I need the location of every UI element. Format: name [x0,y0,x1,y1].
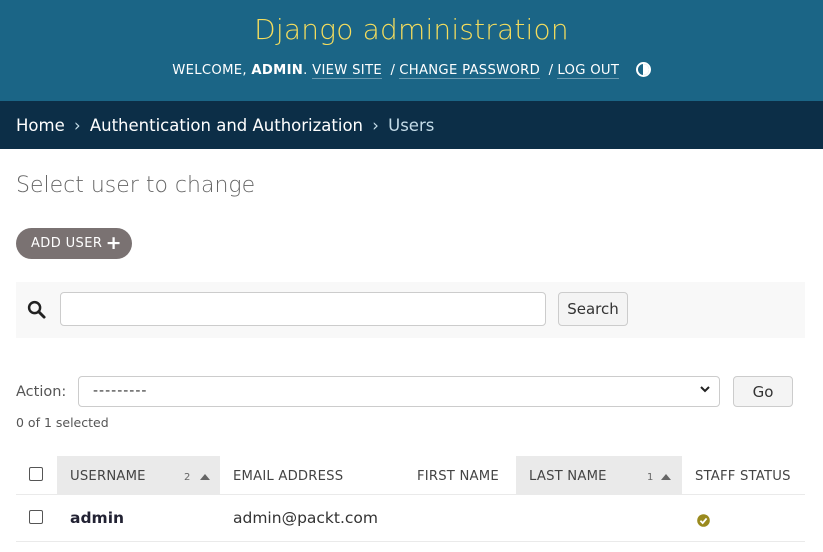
column-label: Staff status [695,469,791,484]
separator: / [548,63,554,78]
search-input[interactable] [60,292,546,326]
breadcrumb-current: Users [388,116,435,135]
breadcrumb-app-link[interactable]: Authentication and Authorization [90,116,363,135]
row-select-checkbox[interactable] [29,510,43,524]
table-header: Username 2 Email address First name Last… [16,456,805,495]
breadcrumb-home-link[interactable]: Home [16,116,65,135]
change-password-link[interactable]: Change password [399,63,541,79]
check-circle-icon [697,514,710,527]
email-cell: admin@packt.com [233,509,379,527]
column-label: First name [417,469,499,484]
search-button[interactable]: Search [558,292,628,326]
add-user-label: Add user [31,236,103,251]
user-tools: Welcome, admin. View site / Change passwo… [0,62,823,79]
username-link[interactable]: admin [70,495,124,542]
welcome-text: Welcome, [172,63,247,78]
action-select[interactable]: --------- [78,376,720,407]
view-site-link[interactable]: View site [312,63,382,79]
column-last-name[interactable]: Last name 1 [516,456,682,495]
breadcrumb: Home › Authentication and Authorization … [0,101,823,149]
sort-priority: 2 [184,472,191,483]
action-select-value: --------- [93,383,148,399]
column-label: Email address [233,469,344,484]
results-table: Username 2 Email address First name Last… [16,456,805,542]
column-first-name[interactable]: First name [404,456,516,495]
site-title[interactable]: Django administration [0,13,823,46]
plus-icon: + [105,232,122,254]
column-email-address[interactable]: Email address [220,456,404,495]
page-title: Select user to change [16,173,256,198]
select-all-checkbox[interactable] [29,467,43,481]
breadcrumb-separator: › [372,116,379,135]
search-toolbar: Search [16,282,805,338]
theme-toggle-icon[interactable] [635,62,651,77]
sort-ascending-icon[interactable] [661,474,671,480]
table-row: admin admin@packt.com [16,495,805,542]
column-staff-status[interactable]: Staff status [682,456,805,495]
sort-ascending-icon[interactable] [200,474,210,480]
sort-priority: 1 [647,472,654,483]
column-username[interactable]: Username 2 [57,456,220,495]
log-out-link[interactable]: Log out [557,63,620,79]
current-username: admin [251,63,304,78]
chevron-down-icon [700,386,710,393]
go-button[interactable]: Go [733,376,793,407]
site-header: Django administration Welcome, admin. Vi… [0,0,823,101]
action-label: Action: [16,384,67,400]
breadcrumb-separator: › [73,116,81,135]
search-icon [27,300,46,319]
add-user-button[interactable]: Add user + [16,228,132,259]
column-label: Last name [529,469,607,484]
column-label: Username [70,469,146,484]
selection-counter: 0 of 1 selected [16,415,109,430]
actions-bar: Action: --------- Go 0 of 1 selected [16,376,805,436]
separator: / [390,63,396,78]
